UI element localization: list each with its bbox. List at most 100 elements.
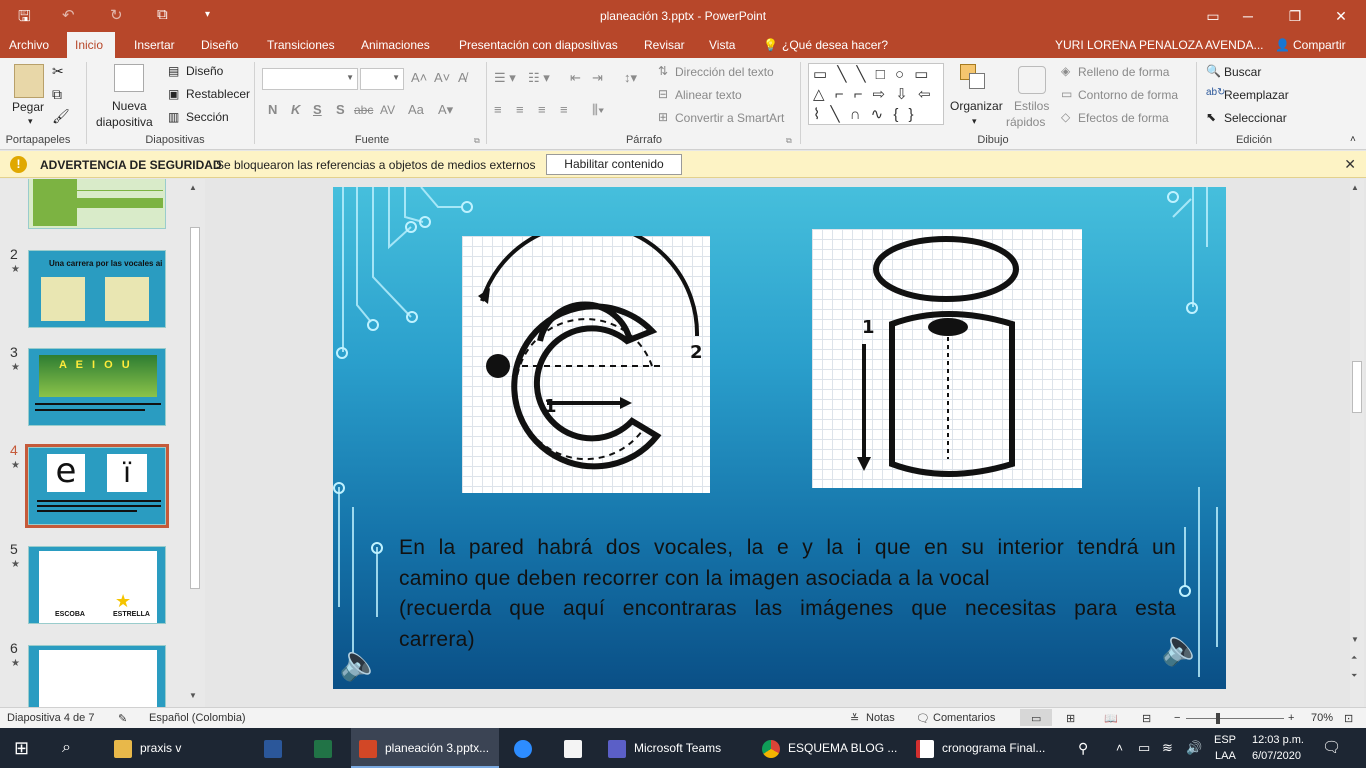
windows-start-icon[interactable]: ⊞ bbox=[14, 728, 29, 768]
speaker-icon-left[interactable]: 🔈 bbox=[339, 643, 381, 683]
quick-styles-icon[interactable] bbox=[1018, 66, 1046, 94]
font-name-combo[interactable]: ▼ bbox=[262, 68, 358, 90]
replace-button[interactable]: Reemplazar bbox=[1224, 88, 1289, 102]
minimize-button[interactable]: ─ bbox=[1225, 4, 1271, 28]
scroll-up-icon[interactable]: ▲ bbox=[189, 183, 197, 192]
zoom-slider-thumb[interactable] bbox=[1216, 713, 1220, 724]
previous-slide-icon[interactable]: ⏶ bbox=[1351, 653, 1357, 663]
wifi-icon[interactable]: ≋ bbox=[1162, 728, 1173, 768]
slide-thumbnail-1[interactable] bbox=[28, 179, 166, 229]
clear-format-icon[interactable]: A̸ bbox=[458, 70, 467, 85]
excel-icon[interactable] bbox=[314, 728, 340, 768]
next-slide-icon[interactable]: ⏷ bbox=[1351, 671, 1357, 681]
enable-content-button[interactable]: Habilitar contenido bbox=[546, 154, 682, 175]
zoom-level[interactable]: 70% bbox=[1311, 712, 1333, 724]
change-case-button[interactable]: Aa bbox=[408, 102, 424, 117]
align-left-icon[interactable]: ≡ bbox=[494, 102, 502, 117]
search-icon[interactable]: ⌕ bbox=[62, 728, 71, 768]
clock-time[interactable]: 12:03 p.m. bbox=[1252, 732, 1304, 748]
slide-scroll-thumb[interactable] bbox=[1352, 361, 1362, 413]
format-painter-icon[interactable]: 🖌 bbox=[52, 108, 70, 125]
new-slide-icon[interactable] bbox=[114, 64, 144, 92]
underline-button[interactable]: S bbox=[313, 102, 322, 117]
cut-icon[interactable]: ✂ bbox=[52, 63, 64, 80]
restore-button[interactable]: ❐ bbox=[1272, 4, 1318, 28]
show-hidden-icons[interactable]: ˄ bbox=[1116, 728, 1123, 768]
smartart-button[interactable]: Convertir a SmartArt bbox=[675, 111, 784, 125]
scroll-down-icon[interactable]: ▼ bbox=[1351, 635, 1359, 644]
reading-view-icon[interactable]: 📖 bbox=[1104, 712, 1118, 725]
taskbar-item-praxis[interactable]: praxis v bbox=[110, 728, 252, 768]
font-dialog-launcher-icon[interactable]: ⧉ bbox=[474, 136, 480, 146]
speaker-icon-right[interactable]: 🔈 bbox=[1161, 628, 1203, 668]
slide-thumbnail-2[interactable]: Una carrera por las vocales ai bbox=[28, 250, 166, 328]
decrease-indent-icon[interactable]: ⇤ bbox=[570, 70, 581, 86]
quick-styles-label-1[interactable]: Estilos bbox=[1014, 99, 1049, 113]
paste-button[interactable]: Pegar bbox=[12, 100, 44, 114]
strikethrough-button[interactable]: abc bbox=[354, 103, 373, 117]
slide-thumbnail-3[interactable]: A E I O U bbox=[28, 348, 166, 426]
notes-button[interactable]: Notas bbox=[866, 712, 895, 724]
document-icon[interactable] bbox=[564, 728, 590, 768]
shapes-gallery[interactable]: ▭ ╲ ╲ □ ○ ▭ △ ⌐ ⌐ ⇨ ⇩ ⇦ ⌇ ╲ ∩ ∿ { } ☆ bbox=[808, 63, 944, 125]
scroll-up-icon[interactable]: ▲ bbox=[1351, 183, 1359, 192]
tab-animaciones[interactable]: Animaciones bbox=[353, 32, 438, 58]
tab-insertar[interactable]: Insertar bbox=[126, 32, 183, 58]
slide-body-text[interactable]: En la pared habrá dos vocales, la e y la… bbox=[399, 533, 1176, 655]
paragraph-dialog-launcher-icon[interactable]: ⧉ bbox=[786, 136, 792, 146]
shape-outline-button[interactable]: Contorno de forma bbox=[1078, 88, 1178, 102]
align-center-icon[interactable]: ≡ bbox=[516, 102, 524, 117]
user-name[interactable]: YURI LORENA PENALOZA AVENDA... bbox=[1055, 32, 1264, 58]
battery-icon[interactable]: ▭ bbox=[1138, 728, 1150, 768]
collapse-ribbon-icon[interactable]: ˄ bbox=[1350, 134, 1356, 145]
tab-revisar[interactable]: Revisar bbox=[636, 32, 693, 58]
new-slide-label-1[interactable]: Nueva bbox=[112, 99, 147, 113]
grow-font-icon[interactable]: A˄ bbox=[411, 70, 427, 85]
shadow-button[interactable]: S bbox=[336, 102, 345, 117]
tab-inicio[interactable]: Inicio bbox=[67, 32, 115, 58]
line-spacing-icon[interactable]: ↕▾ bbox=[624, 70, 637, 86]
tab-diseno[interactable]: Diseño bbox=[193, 32, 246, 58]
select-button[interactable]: Seleccionar bbox=[1224, 111, 1287, 125]
reset-button[interactable]: Restablecer bbox=[186, 87, 250, 101]
thumbnail-scroll-thumb[interactable] bbox=[190, 227, 200, 589]
slide-thumbnail-5[interactable]: ESCOBA ESTRELLA ★ bbox=[28, 546, 166, 624]
arrange-button[interactable]: Organizar bbox=[950, 99, 1003, 113]
italic-button[interactable]: K bbox=[291, 102, 300, 117]
taskbar-item-chrome[interactable]: ESQUEMA BLOG ... bbox=[754, 728, 904, 768]
people-icon[interactable]: ⚲ bbox=[1078, 728, 1088, 768]
fit-slide-icon[interactable]: ⊡ bbox=[1344, 712, 1353, 725]
comments-button[interactable]: Comentarios bbox=[933, 712, 995, 724]
zoom-in-icon[interactable]: + bbox=[1288, 712, 1294, 724]
tell-me-box[interactable]: ¿Qué desea hacer? bbox=[782, 32, 888, 58]
slideshow-view-icon[interactable]: ⊟ bbox=[1142, 712, 1151, 725]
taskbar-item-teams[interactable]: Microsoft Teams bbox=[600, 728, 750, 768]
bullets-icon[interactable]: ☰ ▾ bbox=[494, 70, 516, 86]
shape-effects-button[interactable]: Efectos de forma bbox=[1078, 111, 1169, 125]
letter-e-image[interactable]: 1 2 bbox=[462, 221, 710, 493]
font-size-combo[interactable]: ▼ bbox=[360, 68, 404, 90]
columns-icon[interactable]: ⫼▾ bbox=[592, 102, 604, 118]
slide-4[interactable]: 1 2 1 En la pared habrá dos vocales, la … bbox=[333, 187, 1226, 689]
slide-sorter-icon[interactable]: ⊞ bbox=[1066, 712, 1075, 725]
zoom-app-icon[interactable] bbox=[514, 728, 540, 768]
arrange-icon[interactable] bbox=[960, 64, 986, 90]
slide-thumbnail-4[interactable]: e ï bbox=[25, 444, 169, 528]
shrink-font-icon[interactable]: A˅ bbox=[434, 70, 450, 85]
clock-date[interactable]: 6/07/2020 bbox=[1252, 748, 1301, 764]
slide-thumbnail-6[interactable] bbox=[28, 645, 166, 707]
paste-dropdown-icon[interactable]: ▾ bbox=[28, 116, 33, 127]
tab-vista[interactable]: Vista bbox=[701, 32, 743, 58]
quick-styles-label-2[interactable]: rápidos bbox=[1006, 115, 1045, 129]
scroll-down-icon[interactable]: ▼ bbox=[189, 691, 197, 700]
word-icon[interactable] bbox=[264, 728, 290, 768]
tab-presentacion[interactable]: Presentación con diapositivas bbox=[451, 32, 626, 58]
share-button[interactable]: Compartir bbox=[1293, 32, 1346, 58]
bold-button[interactable]: N bbox=[268, 102, 277, 117]
taskbar-item-powerpoint[interactable]: planeación 3.pptx... bbox=[351, 728, 499, 768]
char-spacing-button[interactable]: AV bbox=[380, 103, 395, 117]
new-slide-label-2[interactable]: diapositiva bbox=[96, 115, 153, 129]
shape-fill-button[interactable]: Relleno de forma bbox=[1078, 65, 1169, 79]
arrange-dropdown-icon[interactable]: ▾ bbox=[972, 116, 977, 127]
font-color-icon[interactable]: A▾ bbox=[438, 102, 453, 118]
